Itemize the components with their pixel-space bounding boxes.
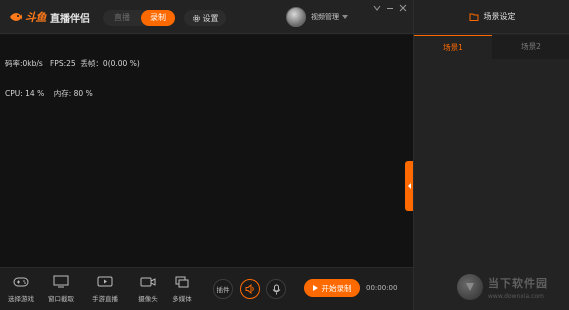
stream-stats: 码率:0kb/s FPS:25 丢帧：0(0.00 %) CPU: 14 % 内… [5,39,140,119]
settings-button[interactable]: 设置 [184,10,226,26]
phone-play-icon [97,276,113,287]
microphone-icon [272,284,280,294]
select-game-button[interactable]: 选择游戏 [2,275,40,307]
scene-source-list[interactable] [414,59,569,264]
media-icon [175,276,189,288]
start-record-button[interactable]: 开始录制 [304,279,360,297]
menu-caret-icon[interactable] [372,3,381,12]
watermark-logo-icon [457,274,483,300]
record-timer: 00:00:00 [366,284,398,292]
chevron-down-icon [342,15,348,19]
start-record-label: 开始录制 [321,283,352,293]
window-capture-label: 窗口截取 [48,295,74,303]
multimedia-button[interactable]: 多媒体 [163,275,201,307]
mode-switch: 直播 录制 [103,10,175,26]
folder-icon [469,13,478,21]
plugin-label: 插件 [216,286,230,294]
top-bar: 斗鱼 直播伴侣 直播 录制 设置 视频管理 [0,0,413,34]
video-manage-label: 视频管理 [311,13,339,21]
play-icon [312,285,318,291]
app-name: 直播伴侣 [50,13,90,25]
speaker-icon [245,284,254,294]
stats-line-bitrate: 码率:0kb/s FPS:25 丢帧：0(0.00 %) [5,59,140,68]
plugin-button[interactable]: 插件 [213,279,233,299]
camera-label: 摄像头 [138,295,158,303]
scene-panel: 场景设定 场景1 场景2 [413,0,569,310]
microphone-button[interactable] [266,279,286,299]
speaker-button[interactable] [240,279,260,299]
multimedia-label: 多媒体 [172,295,192,303]
minimize-icon[interactable] [385,3,394,12]
watermark-url: www.downxia.com [488,292,544,300]
settings-label: 设置 [202,13,219,23]
chevron-left-icon [407,183,411,189]
preview-canvas[interactable]: 码率:0kb/s FPS:25 丢帧：0(0.00 %) CPU: 14 % 内… [0,35,413,267]
select-game-label: 选择游戏 [8,295,34,303]
close-icon[interactable] [398,3,407,12]
scene-panel-header: 场景设定 [414,0,569,34]
scene-tabs: 场景1 场景2 [414,35,569,59]
mobile-live-button[interactable]: 手游直播 [86,275,124,307]
video-manage-menu[interactable]: 视频管理 [311,12,348,22]
camera-button[interactable]: 摄像头 [129,275,167,307]
brand-name: 斗鱼 [25,11,47,24]
mode-live-button[interactable]: 直播 [105,10,139,26]
window-capture-button[interactable]: 窗口截取 [42,275,80,307]
gamepad-icon [13,277,29,287]
avatar[interactable] [286,7,306,27]
site-watermark: 当下软件园 www.downxia.com [457,266,569,308]
watermark-name: 当下软件园 [488,276,548,290]
monitor-icon [53,275,69,288]
tab-scene-1[interactable]: 场景1 [414,35,492,59]
tab-scene-2[interactable]: 场景2 [492,35,569,59]
mode-record-button[interactable]: 录制 [141,10,175,26]
camera-icon [140,277,156,287]
collapse-panel-button[interactable] [405,161,413,211]
scene-panel-title: 场景设定 [483,12,516,21]
main-area: 斗鱼 直播伴侣 直播 录制 设置 视频管理 码率:0kb/s FPS:25 丢帧… [0,0,413,310]
app-logo: 斗鱼 直播伴侣 [9,9,90,25]
mobile-live-label: 手游直播 [92,295,118,303]
gear-icon [192,14,200,22]
douyu-fish-icon [10,13,22,21]
stats-line-cpu: CPU: 14 % 内存: 80 % [5,89,93,98]
